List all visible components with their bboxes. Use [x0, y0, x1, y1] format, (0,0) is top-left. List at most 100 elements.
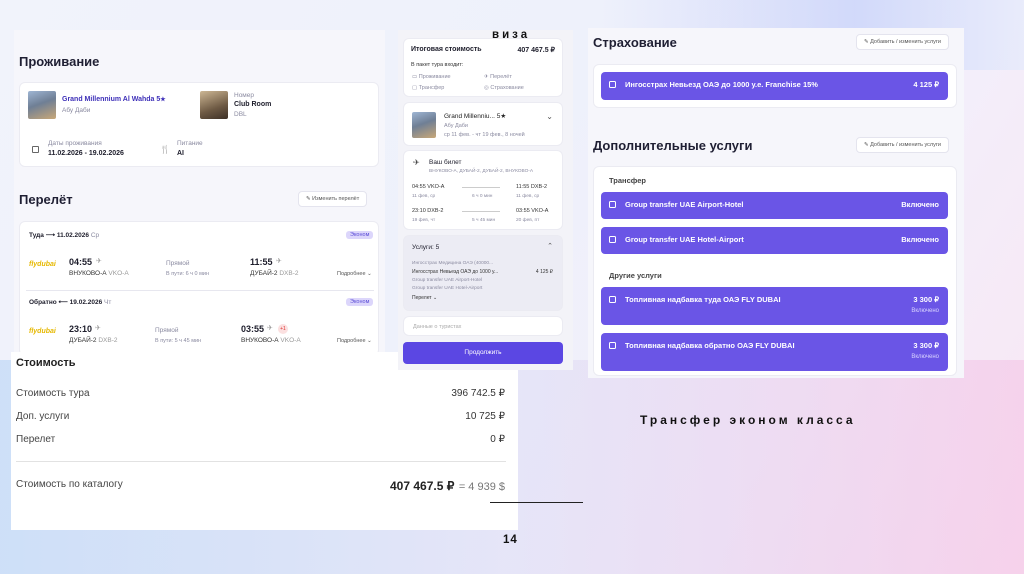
other-service-value: 3 300 ₽ — [913, 295, 939, 304]
ticket-route: ВНУКОВО-А, ДУБАЙ-2, ДУБАЙ-2, ВНУКОВО-А — [429, 169, 534, 174]
chevron-down-icon: ⌄ — [367, 271, 372, 277]
hotel-photo — [28, 91, 56, 119]
ticket-title: Ваш билет — [429, 159, 462, 166]
chevron-down-icon: ⌄ — [367, 338, 372, 344]
next-day-badge: +1 — [278, 324, 288, 334]
dep-place: ВНУКОВО-А VKO-A — [69, 270, 129, 277]
leg2-arr-date: 20 фев, пт — [516, 218, 540, 223]
chevron-up-icon[interactable]: ⌃ — [547, 242, 553, 250]
other-service-item[interactable]: Топливная надбавка обратно ОАЭ FLY DUBAI… — [601, 333, 948, 371]
other-services-heading: Другие услуги — [609, 271, 662, 280]
other-service-label: Топливная надбавка туда ОАЭ FLY DUBAI — [625, 295, 781, 304]
bed-icon: ▭ — [412, 74, 418, 80]
cost-row-label: Перелет — [16, 434, 56, 445]
chevron-down-icon[interactable]: ⌄ — [546, 112, 553, 121]
plane-landing-icon: ✈ — [267, 325, 273, 332]
calendar-icon — [32, 146, 39, 153]
other-service-status: Включено — [911, 354, 939, 360]
checkbox[interactable] — [609, 201, 616, 208]
checkbox[interactable] — [609, 296, 616, 303]
airline-logo: flydubai — [29, 328, 56, 335]
flight-type: Прямой — [166, 260, 190, 267]
summary-hotel-card[interactable]: Grand Millenniu... 5★ Абу Даби ср 11 фев… — [403, 102, 563, 146]
transfer-value: Включено — [901, 235, 939, 244]
underline-divider — [490, 502, 583, 503]
dep-place: ДУБАЙ-2 DXB-2 — [69, 337, 118, 344]
hotel-name[interactable]: Grand Millennium Al Wahda 5★ — [62, 96, 166, 103]
other-service-value: 3 300 ₽ — [913, 341, 939, 350]
room-photo — [200, 91, 228, 119]
pencil-icon: ✎ — [306, 196, 311, 202]
flight-back-header: Обратно ⟵ 19.02.2026 Чт — [29, 299, 112, 306]
pencil-icon: ✎ — [864, 142, 869, 148]
insurance-item[interactable]: Ингосстрах Невьезд ОАЭ до 1000 у.е. Fran… — [601, 72, 948, 100]
services-card: Услуги: 5 ⌃ Ингосстрах Медицина ОАЭ (400… — [403, 235, 563, 311]
cost-title: Стоимость — [16, 357, 76, 369]
dates-label: Даты проживания — [48, 140, 102, 147]
arr-time: 03:55 — [241, 324, 265, 334]
catalog-label: Стоимость по каталогу — [16, 479, 123, 490]
checkbox[interactable] — [609, 342, 616, 349]
flight-there-header: Туда ⟶ 11.02.2026 Ср — [29, 232, 100, 239]
total-card: Итоговая стоимость 407 467.5 ₽ В пакет т… — [403, 38, 563, 97]
transfer-item[interactable]: Group transfer UAE Airport-Hotel Включен… — [601, 192, 948, 219]
car-icon: ▢ — [412, 85, 418, 91]
edit-extra-button[interactable]: ✎ Добавить / изменить услуги — [856, 137, 949, 153]
meal-label: Питание — [177, 140, 203, 147]
cost-row-label: Доп. услуги — [16, 411, 70, 422]
hotel-photo — [412, 112, 436, 138]
flight-card: Туда ⟶ 11.02.2026 Ср Эконом flydubai 04:… — [19, 221, 379, 356]
ticket-card: ✈ Ваш билет ВНУКОВО-А, ДУБАЙ-2, ДУБАЙ-2,… — [403, 150, 563, 230]
cost-row-value: 0 ₽ — [490, 434, 505, 445]
hotel-dates: ср 11 фев. - чт 19 фев., 8 ночей — [444, 132, 525, 138]
leg2-dep-date: 19 фев, чт — [412, 218, 436, 223]
cost-panel: Стоимость Стоимость тура 396 742.5 ₽ Доп… — [11, 352, 518, 530]
checkbox[interactable] — [609, 236, 616, 243]
change-flight-button[interactable]: ✎ Изменить перелёт — [298, 191, 368, 207]
leg2-dep: 23:10 DXB-2 — [412, 208, 444, 214]
plane-landing-icon: ✈ — [276, 258, 282, 265]
flight-duration: В пути: 5 ч 45 мин — [155, 338, 202, 344]
service-item: Ингосстрах Невьезд ОАЭ до 1000 у... — [412, 269, 499, 275]
hotel-card[interactable]: Grand Millennium Al Wahda 5★ Абу Даби Но… — [19, 82, 379, 167]
total-value: 407 467.5 ₽ — [517, 47, 555, 54]
flight-type: Прямой — [155, 327, 179, 334]
accommodation-title: Проживание — [19, 54, 100, 69]
services-more[interactable]: Перелет ⌄ — [412, 295, 437, 301]
room-value: Club Room — [234, 101, 272, 108]
service-item: Group transfer UAE Airport-Hotel — [412, 278, 483, 283]
plane-takeoff-icon: ✈ — [96, 258, 102, 265]
class-tag: Эконом — [346, 298, 374, 306]
leg1-dep-date: 11 фев, ср — [412, 194, 436, 199]
page-number: 14 — [503, 534, 518, 546]
plane-takeoff-icon: ✈ — [95, 325, 101, 332]
hotel-city: Абу Даби — [62, 107, 91, 114]
edit-insurance-button[interactable]: ✎ Добавить / изменить услуги — [856, 34, 949, 50]
transfer-item[interactable]: Group transfer UAE Hotel-Airport Включен… — [601, 227, 948, 254]
details-link[interactable]: Подробнее ⌄ — [337, 271, 372, 277]
hotel-name: Grand Millenniu... 5★ — [444, 113, 507, 120]
route-line — [462, 187, 500, 188]
checkbox[interactable] — [609, 81, 616, 88]
tourists-field[interactable]: Данные о туристах — [403, 316, 563, 336]
other-service-label: Топливная надбавка обратно ОАЭ FLY DUBAI — [625, 341, 795, 350]
catalog-value: 407 467.5 ₽ = 4 939 $ — [390, 479, 505, 493]
transfer-label: Group transfer UAE Hotel-Airport — [625, 235, 744, 244]
continue-button[interactable]: Продолжить — [403, 342, 563, 364]
transfer-label: Group transfer UAE Airport-Hotel — [625, 200, 744, 209]
route-line — [462, 211, 500, 212]
other-service-item[interactable]: Топливная надбавка туда ОАЭ FLY DUBAI 3 … — [601, 287, 948, 325]
other-service-status: Включено — [911, 308, 939, 314]
leg1-arr-date: 11 фев, ср — [516, 194, 540, 199]
flight-title: Перелёт — [19, 192, 73, 207]
service-price: 4 125 ₽ — [535, 269, 553, 275]
class-tag: Эконом — [346, 231, 374, 239]
hotel-city: Абу Даби — [444, 123, 468, 129]
cost-row-value: 10 725 ₽ — [465, 411, 505, 422]
include-item: ◎ Страхование — [484, 85, 524, 91]
include-item: ▭ Проживание — [412, 74, 451, 80]
chevron-down-icon: ⌄ — [432, 295, 438, 301]
transfer-heading: Трансфер — [609, 176, 646, 185]
star-icon: ★ — [160, 97, 166, 103]
details-link[interactable]: Подробнее ⌄ — [337, 338, 372, 344]
